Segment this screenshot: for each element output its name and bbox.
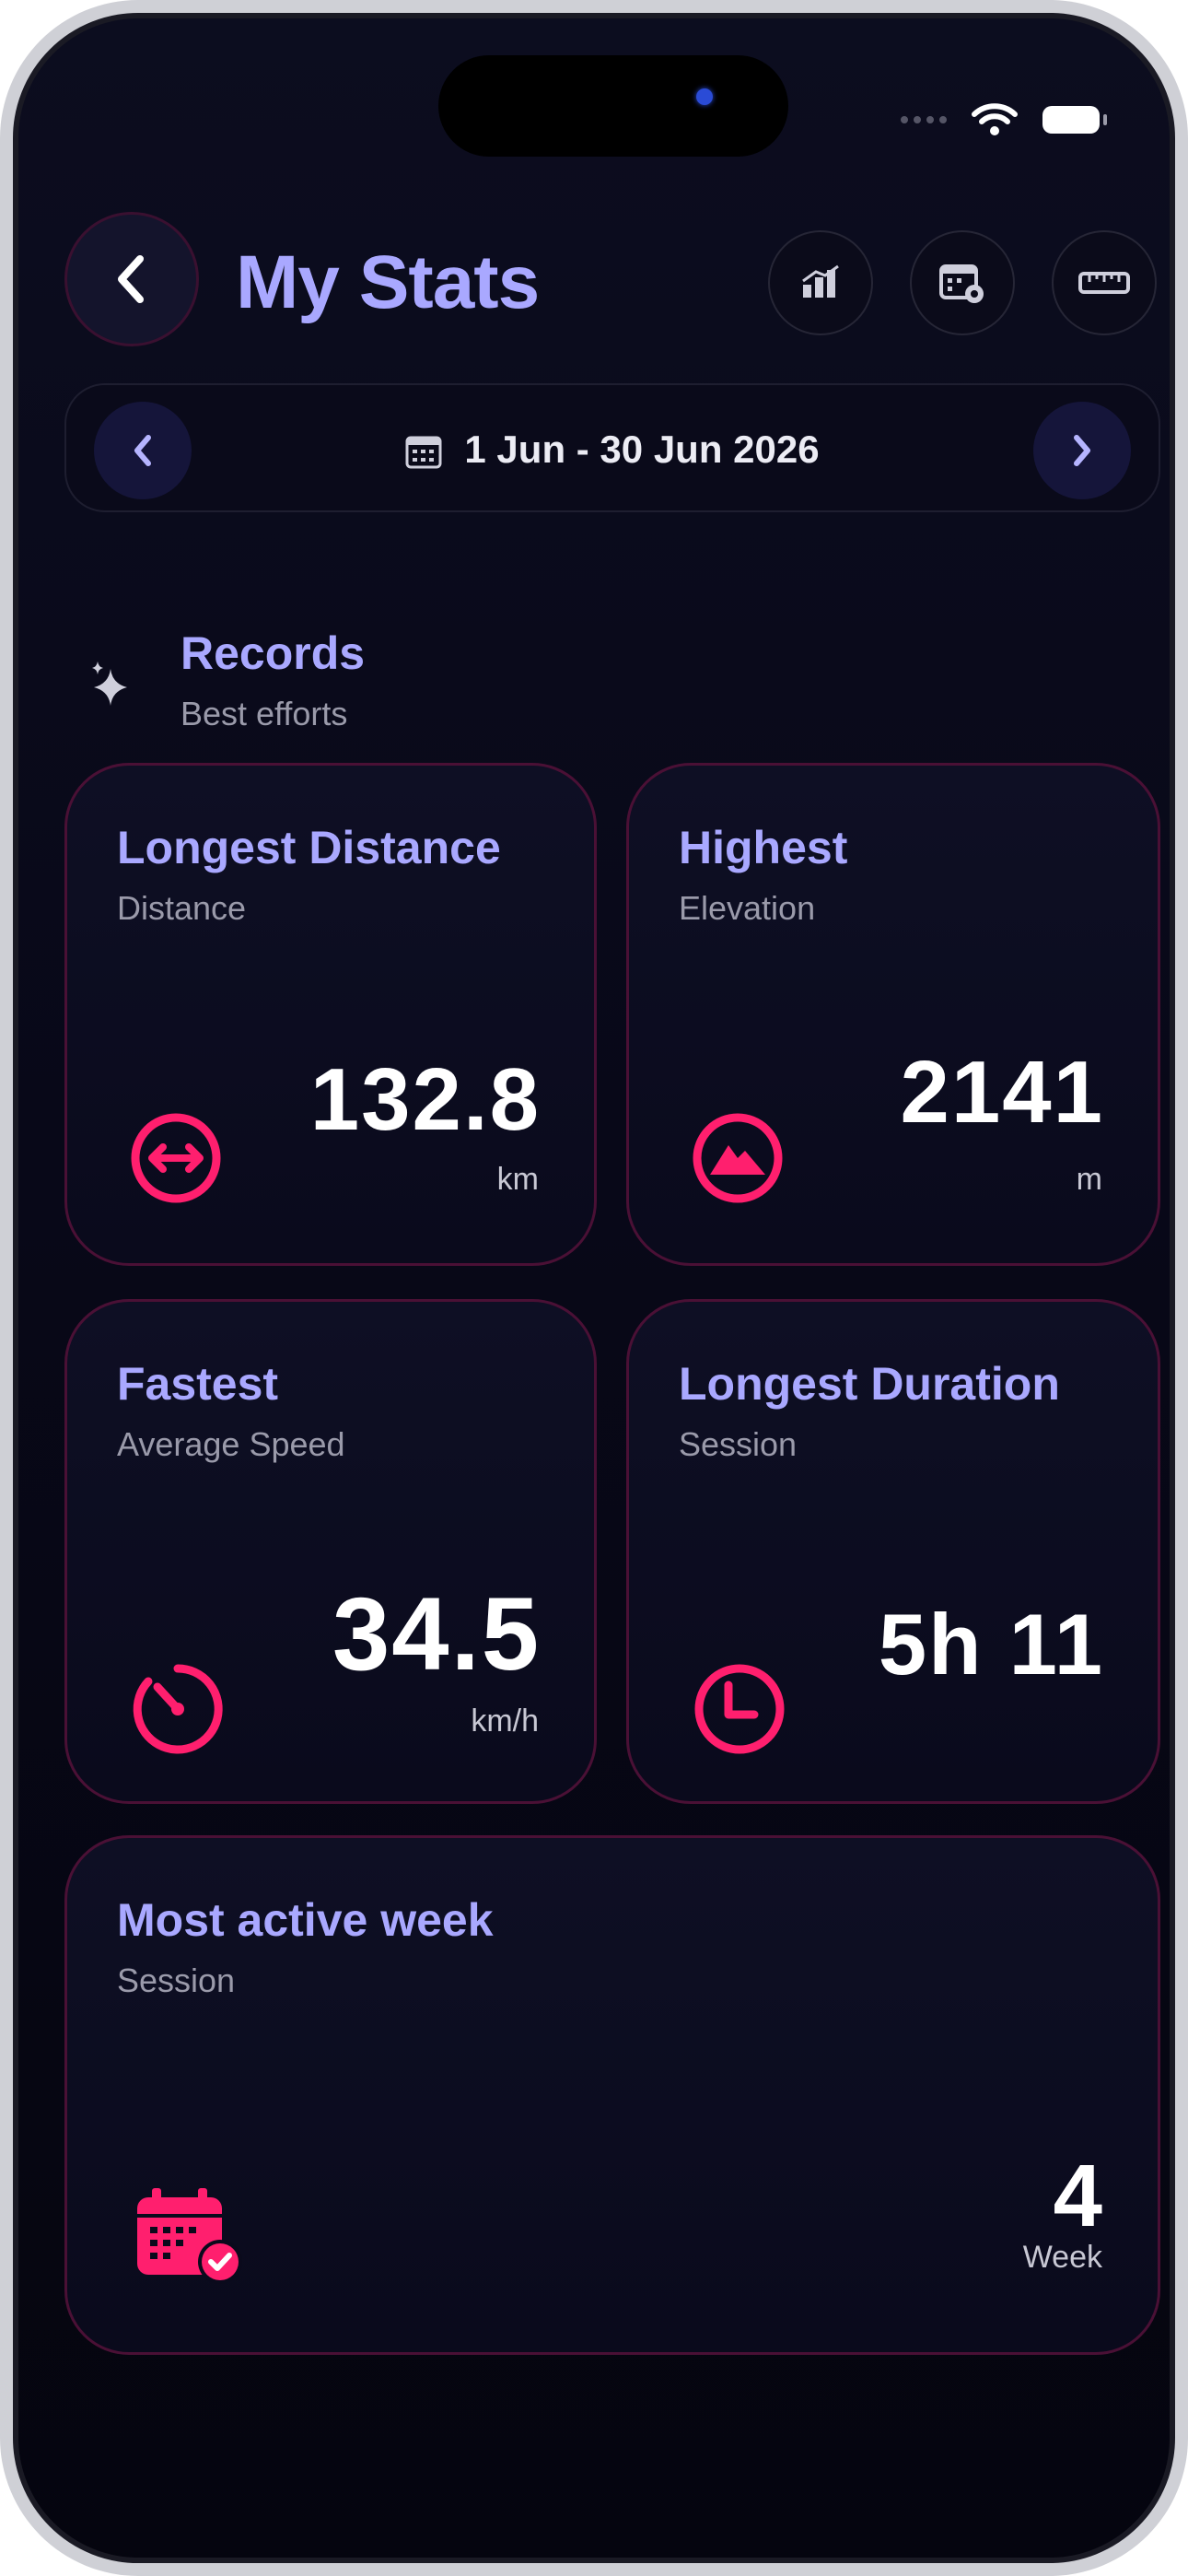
card-unit: Week	[1022, 2240, 1102, 2275]
record-card-most-active-week[interactable]: Most active week Session 4 Week	[64, 1835, 1160, 2355]
card-value: 132.8	[309, 1050, 541, 1149]
card-value: 5h 11	[878, 1596, 1104, 1692]
app-screen: My Stats 1 Jun - 30 Jun 2026 Records Bes…	[13, 13, 1175, 2563]
record-card-longest-duration[interactable]: Longest Duration Session 5h 11	[626, 1299, 1160, 1804]
battery-icon	[1042, 106, 1107, 134]
bar-chart-icon	[802, 264, 839, 298]
signal-dots-icon	[901, 116, 947, 123]
card-value: 4	[1053, 2147, 1104, 2245]
card-title: Most active week	[117, 1894, 494, 1946]
chevron-left-icon	[118, 255, 144, 303]
date-range-label: 1 Jun - 30 Jun 2026	[464, 427, 820, 471]
card-title: Highest	[679, 822, 848, 873]
camera-dot	[696, 88, 713, 105]
next-period-button[interactable]	[1033, 402, 1131, 499]
mountain-icon	[693, 1113, 783, 1203]
chevron-right-icon	[1074, 435, 1090, 466]
card-title: Longest Duration	[679, 1358, 1060, 1410]
calendar-icon	[405, 436, 442, 469]
date-range[interactable]: 1 Jun - 30 Jun 2026	[66, 427, 1159, 472]
record-card-fastest[interactable]: Fastest Average Speed 34.5 km/h	[64, 1299, 597, 1804]
calendar-check-icon	[137, 2188, 242, 2284]
back-button[interactable]	[64, 212, 199, 346]
ruler-button[interactable]	[1052, 230, 1157, 335]
page-title: My Stats	[236, 240, 540, 324]
records-subtitle: Best efforts	[181, 695, 348, 732]
distance-arrows-icon	[131, 1113, 221, 1203]
status-bar	[901, 101, 1107, 138]
card-subtitle: Elevation	[679, 889, 816, 927]
card-value: 34.5	[332, 1576, 541, 1692]
clock-icon	[694, 1664, 785, 1754]
card-subtitle: Distance	[117, 889, 247, 927]
header: My Stats	[64, 212, 1160, 350]
ruler-icon	[1078, 272, 1130, 294]
card-subtitle: Average Speed	[117, 1425, 345, 1463]
card-subtitle: Session	[679, 1425, 798, 1463]
card-value: 2141	[900, 1043, 1104, 1142]
phone-frame: My Stats 1 Jun - 30 Jun 2026 Records Bes…	[0, 0, 1188, 2576]
date-range-bar: 1 Jun - 30 Jun 2026	[64, 383, 1160, 512]
calendar-settings-button[interactable]	[910, 230, 1015, 335]
card-title: Fastest	[117, 1358, 279, 1410]
records-title: Records	[181, 627, 366, 679]
sparkle-icon	[92, 662, 127, 706]
dynamic-island	[438, 55, 788, 157]
speedometer-icon	[133, 1664, 223, 1754]
card-title: Longest Distance	[117, 822, 501, 873]
card-unit: km/h	[471, 1704, 539, 1739]
chart-button[interactable]	[768, 230, 873, 335]
wifi-icon	[972, 103, 1018, 135]
card-unit: m	[1076, 1162, 1102, 1197]
record-card-highest[interactable]: Highest Elevation 2141 m	[626, 763, 1160, 1266]
card-unit: km	[496, 1162, 539, 1197]
record-card-longest-distance[interactable]: Longest Distance Distance 132.8 km	[64, 763, 597, 1266]
calendar-gear-icon	[939, 264, 984, 303]
card-subtitle: Session	[117, 1961, 236, 1999]
